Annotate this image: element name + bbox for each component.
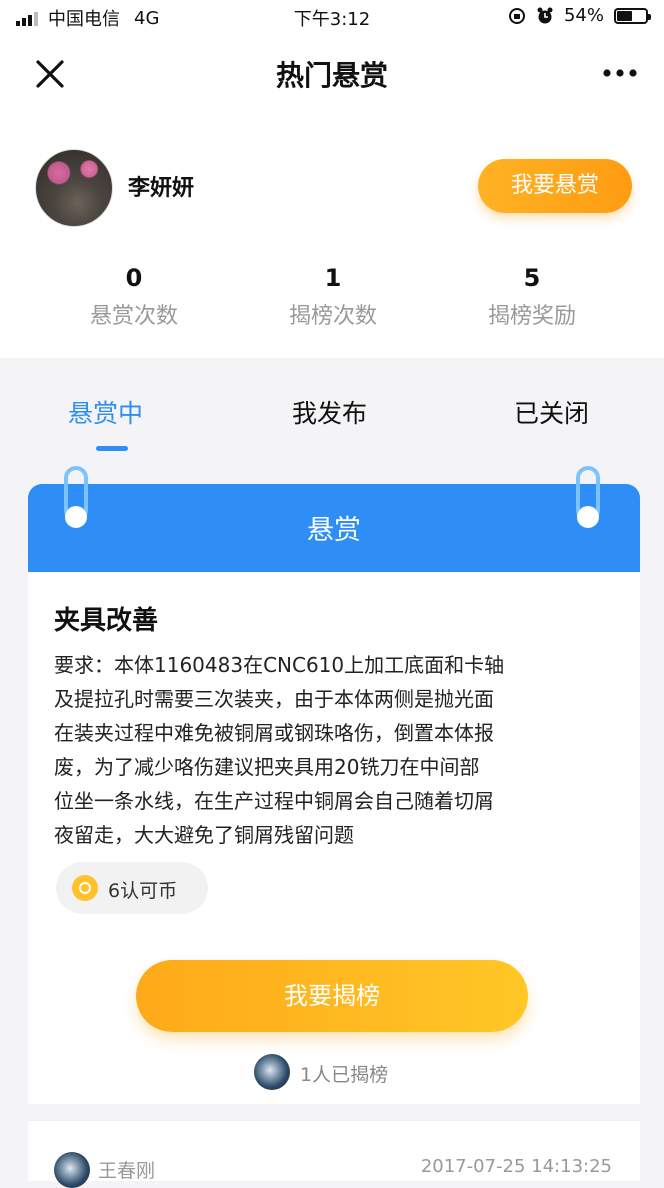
status-bar: 中国电信 4G 下午3:12 54% <box>0 0 664 34</box>
more-icon[interactable] <box>602 68 638 78</box>
tab-in-progress[interactable]: 悬赏中 <box>68 394 143 430</box>
active-tab-indicator <box>96 446 128 451</box>
take-reward-button[interactable]: 我要揭榜 <box>136 960 528 1032</box>
stat-label: 揭榜奖励 <box>487 304 576 329</box>
stat-label: 揭榜次数 <box>288 304 377 329</box>
battery-icon <box>614 7 651 24</box>
avatar <box>35 149 113 227</box>
stat-value: 5 <box>523 264 541 292</box>
reward-card-header-title: 悬赏 <box>307 515 361 546</box>
page-title: 热门悬赏 <box>275 59 388 92</box>
user-name: 李妍妍 <box>128 176 195 201</box>
status-right: 54% <box>508 5 651 26</box>
reward-title: 夹具改善 <box>54 606 159 636</box>
coin-icon <box>72 875 98 901</box>
taken-count: 1人已揭榜 <box>300 1064 389 1086</box>
description-line: 在装夹过程中难免被铜屑或钢珠咯伤，倒置本体报 <box>54 721 494 745</box>
description-line: 及提拉孔时需要三次装夹，由于本体两侧是抛光面 <box>54 687 494 711</box>
alarm-icon <box>537 7 553 23</box>
stat-reward-count: 0 悬赏次数 <box>34 264 234 330</box>
taker-avatar <box>254 1054 290 1090</box>
stat-take-reward: 5 揭榜奖励 <box>432 264 632 330</box>
reward-description: 要求：本体1160483在CNC610上加工底面和卡轴 及提拉孔时需要三次装夹，… <box>54 648 620 852</box>
profile-section: 李妍妍 我要悬赏 0 悬赏次数 1 揭榜次数 5 揭榜奖励 <box>0 114 664 358</box>
stat-take-count: 1 揭榜次数 <box>233 264 433 330</box>
coin-badge: 6认可币 <box>56 862 208 914</box>
rotation-lock-icon <box>508 7 525 24</box>
battery-percent: 54% <box>563 5 604 26</box>
description-line: 夜留走，大大避免了铜屑残留问题 <box>54 823 354 847</box>
binder-hole-icon <box>65 506 87 528</box>
post-reward-button[interactable]: 我要悬赏 <box>478 159 632 213</box>
taker-avatar <box>54 1152 90 1188</box>
taker-name: 王春刚 <box>98 1160 156 1182</box>
tab-bar: 悬赏中 我发布 已关闭 <box>0 374 664 460</box>
coin-amount: 6认可币 <box>108 880 178 902</box>
description-line: 废，为了减少咯伤建议把夹具用20铣刀在中间部 <box>54 755 480 779</box>
navigation-bar: 热门悬赏 <box>0 34 664 114</box>
binder-hole-icon <box>577 506 599 528</box>
tab-closed[interactable]: 已关闭 <box>514 394 589 430</box>
divider <box>0 1104 664 1120</box>
description-line: 要求：本体1160483在CNC610上加工底面和卡轴 <box>54 653 505 677</box>
stat-label: 悬赏次数 <box>89 304 178 329</box>
stat-value: 1 <box>324 264 342 292</box>
stat-value: 0 <box>125 264 143 292</box>
tab-my-posts[interactable]: 我发布 <box>292 394 367 430</box>
description-line: 位坐一条水线，在生产过程中铜屑会自己随着切屑 <box>54 789 494 813</box>
